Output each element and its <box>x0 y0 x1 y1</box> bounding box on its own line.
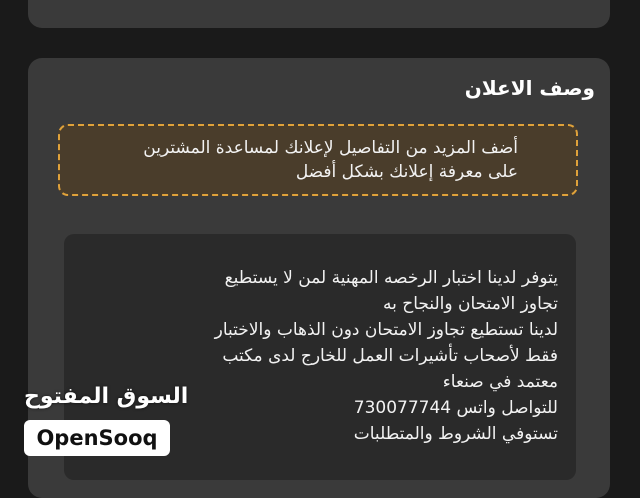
description-line: معتمد في صنعاء <box>442 372 558 392</box>
hint-line: على معرفة إعلانك بشكل أفضل <box>295 162 518 182</box>
hint-line: أضف المزيد من التفاصيل لإعلانك لمساعدة ا… <box>143 138 518 158</box>
opensooq-logo-arabic: السوق المفتوح <box>24 384 189 409</box>
section-title: وصف الاعلان <box>464 76 595 100</box>
description-hint-box <box>58 124 578 196</box>
description-line: يتوفر لدينا اختبار الرخصه المهنية لمن لا… <box>224 268 558 288</box>
description-line: تستوفي الشروط والمتطلبات <box>353 424 558 444</box>
opensooq-logo: OpenSooq <box>24 420 170 456</box>
previous-section-card <box>28 0 610 28</box>
description-line: فقط لأصحاب تأشيرات العمل للخارج لدى مكتب <box>222 346 558 366</box>
description-line: تجاوز الامتحان والنجاح به <box>382 294 558 314</box>
description-line: للتواصل واتس 730077744 <box>353 398 558 418</box>
description-line: لدينا تستطيع تجاوز الامتحان دون الذهاب و… <box>214 320 558 340</box>
